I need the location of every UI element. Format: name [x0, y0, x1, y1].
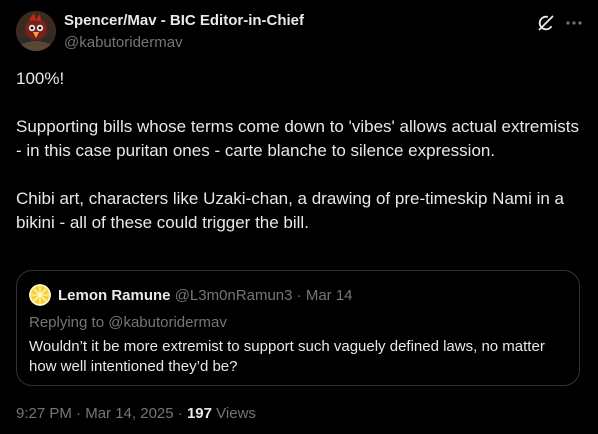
footer-separator: · — [76, 405, 82, 422]
red-bird-avatar-icon — [16, 11, 56, 51]
quote-text: Wouldn’t it be more extremist to support… — [29, 338, 545, 375]
footer-separator: · — [177, 405, 183, 422]
tweet-text: 100%! Supporting bills whose terms come … — [16, 67, 582, 235]
quote-avatar[interactable] — [29, 284, 51, 306]
tweet-footer: 9:27 PM · Mar 14, 2025 · 197 Views — [16, 405, 256, 422]
quote-separator: · — [296, 287, 302, 304]
tweet-paragraph: Supporting bills whose terms come down t… — [16, 117, 580, 160]
tweet-paragraph: Chibi art, characters like Uzaki-chan, a… — [16, 189, 564, 232]
more-icon[interactable] — [564, 13, 584, 33]
quote-display-name[interactable]: Lemon Ramune — [58, 287, 171, 304]
quote-date[interactable]: Mar 14 — [306, 287, 353, 304]
views-count[interactable]: 197 — [187, 405, 212, 422]
author-handle[interactable]: @kabutoridermav — [64, 34, 183, 51]
tweet-paragraph: 100%! — [16, 69, 65, 88]
author-avatar[interactable] — [16, 11, 56, 51]
author-display-name[interactable]: Spencer/Mav - BIC Editor-in-Chief — [64, 12, 304, 29]
quoted-tweet[interactable]: Lemon Ramune @L3m0nRamun3 · Mar 14 Reply… — [16, 270, 580, 386]
quote-handle[interactable]: @L3m0nRamun3 — [175, 287, 293, 304]
grok-icon[interactable] — [536, 13, 556, 33]
tweet-date[interactable]: Mar 14, 2025 — [85, 405, 173, 422]
tweet-time[interactable]: 9:27 PM — [16, 405, 72, 422]
quote-header: Lemon Ramune @L3m0nRamun3 · Mar 14 — [58, 287, 353, 304]
views-label: Views — [216, 405, 256, 422]
lemon-slice-avatar-icon — [29, 284, 51, 306]
quote-replying-to: Replying to @kabutoridermav — [29, 314, 227, 331]
